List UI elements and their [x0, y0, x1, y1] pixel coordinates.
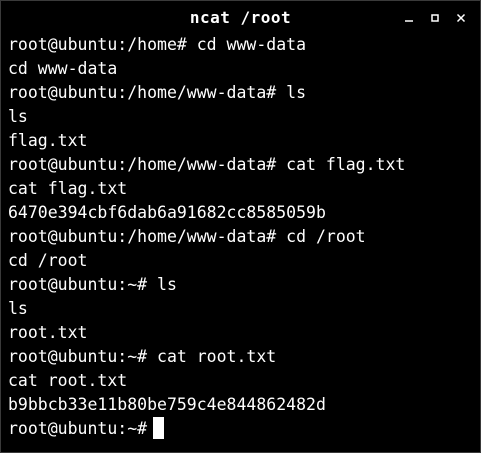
minimize-icon	[405, 20, 413, 22]
terminal-line: root@ubuntu:/home/www-data# cd /root	[8, 227, 366, 246]
maximize-icon	[431, 14, 439, 22]
title-bar[interactable]: ncat /root	[1, 1, 480, 35]
terminal-line: root.txt	[8, 323, 88, 342]
terminal-line: root@ubuntu:/home# cd www-data	[8, 35, 307, 54]
terminal-line: root@ubuntu:~# cat root.txt	[8, 347, 277, 366]
terminal-line: ls	[8, 299, 28, 318]
terminal-line: ls	[8, 107, 28, 126]
terminal-output[interactable]: root@ubuntu:/home# cd www-data cd www-da…	[8, 33, 476, 452]
window-controls	[396, 1, 474, 35]
terminal-line: root@ubuntu:/home/www-data# cat flag.txt	[8, 155, 406, 174]
terminal-line: cd www-data	[8, 59, 118, 78]
prompt-text: root@ubuntu:~#	[8, 419, 148, 438]
terminal-line: flag.txt	[8, 131, 88, 150]
terminal-line: root@ubuntu:/home/www-data# ls	[8, 83, 307, 102]
close-button[interactable]	[448, 5, 474, 31]
prompt-line[interactable]: root@ubuntu:~#	[8, 417, 476, 441]
terminal-line: b9bbcb33e11b80be759c4e844862482d	[8, 395, 326, 414]
terminal-line: cat root.txt	[8, 371, 128, 390]
terminal-line: cat flag.txt	[8, 179, 128, 198]
text-cursor	[153, 417, 165, 439]
terminal-line: 6470e394cbf6dab6a91682cc8585059b	[8, 203, 326, 222]
minimize-button[interactable]	[396, 5, 422, 31]
terminal-line: root@ubuntu:~# ls	[8, 275, 177, 294]
close-icon	[456, 13, 466, 23]
maximize-button[interactable]	[422, 5, 448, 31]
terminal-line: cd /root	[8, 251, 88, 270]
terminal-window: ncat /root root@ubuntu:/home# cd www-dat…	[0, 0, 481, 453]
